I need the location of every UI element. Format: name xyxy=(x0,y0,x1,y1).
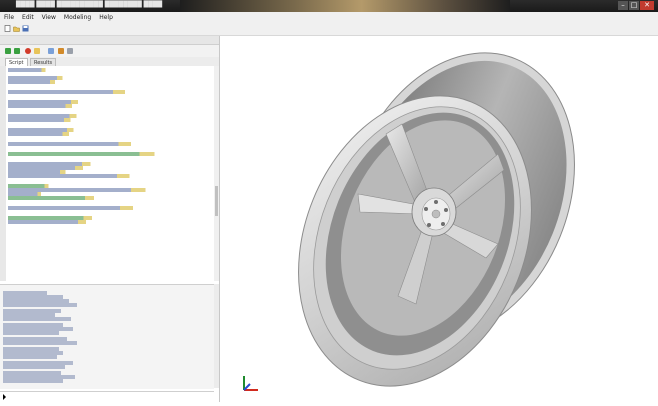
axis-triad-icon xyxy=(243,376,258,391)
menu-edit[interactable]: Edit xyxy=(22,12,34,23)
menu-bar: File Edit View Modeling Help xyxy=(0,12,658,23)
script-icon[interactable] xyxy=(48,48,54,54)
code-line xyxy=(8,132,86,136)
record-icon[interactable] xyxy=(25,48,31,54)
folder-icon[interactable] xyxy=(34,48,40,54)
menu-help[interactable]: Help xyxy=(99,12,113,23)
console-line xyxy=(3,317,71,321)
title-bar-background xyxy=(180,0,510,12)
console-scrollbar[interactable] xyxy=(214,284,219,388)
new-icon[interactable] xyxy=(4,25,11,32)
chart-icon[interactable] xyxy=(58,48,64,54)
code-line xyxy=(8,152,196,156)
output-console xyxy=(0,284,214,389)
editor-gutter xyxy=(0,66,6,281)
close-button[interactable]: ✕ xyxy=(640,1,654,10)
console-line xyxy=(3,331,59,335)
main-toolbar xyxy=(0,23,658,36)
console-line xyxy=(3,303,77,307)
code-line xyxy=(8,142,166,146)
console-line xyxy=(3,365,65,369)
console-line xyxy=(3,379,63,383)
menu-modeling[interactable]: Modeling xyxy=(64,12,91,23)
window-controls: – □ ✕ xyxy=(618,1,654,10)
menu-file[interactable]: File xyxy=(4,12,14,23)
code-line xyxy=(8,196,118,200)
wheel-model xyxy=(298,52,575,387)
code-line xyxy=(8,174,164,178)
code-line xyxy=(8,104,90,108)
code-line xyxy=(8,90,158,94)
editor-scrollbar[interactable] xyxy=(214,66,219,281)
code-line xyxy=(8,80,68,84)
code-line xyxy=(8,68,56,72)
left-panel: Script Results xyxy=(0,36,220,403)
editor-scroll-thumb[interactable] xyxy=(215,186,218,216)
code-line xyxy=(8,118,88,122)
window-title: ████ ████ ██████████ ████████ ████ xyxy=(16,1,163,8)
open-icon[interactable] xyxy=(13,25,20,32)
minimize-button[interactable]: – xyxy=(618,1,628,10)
panel-toolbar xyxy=(0,45,219,57)
code-line xyxy=(8,206,168,210)
panel-header xyxy=(0,36,219,45)
3d-viewport[interactable] xyxy=(220,36,658,402)
prompt-caret-icon xyxy=(3,394,6,400)
settings-icon[interactable] xyxy=(67,48,73,54)
script-editor[interactable] xyxy=(0,66,214,281)
run-icon[interactable] xyxy=(5,48,11,54)
console-line xyxy=(3,341,77,345)
save-icon[interactable] xyxy=(22,25,29,32)
command-input[interactable] xyxy=(0,391,214,403)
menu-view[interactable]: View xyxy=(42,12,56,23)
maximize-button[interactable]: □ xyxy=(629,1,639,10)
step-icon[interactable] xyxy=(14,48,20,54)
title-bar: ████ ████ ██████████ ████████ ████ – □ ✕ xyxy=(0,0,658,12)
code-line xyxy=(8,220,108,224)
console-line xyxy=(3,355,57,359)
